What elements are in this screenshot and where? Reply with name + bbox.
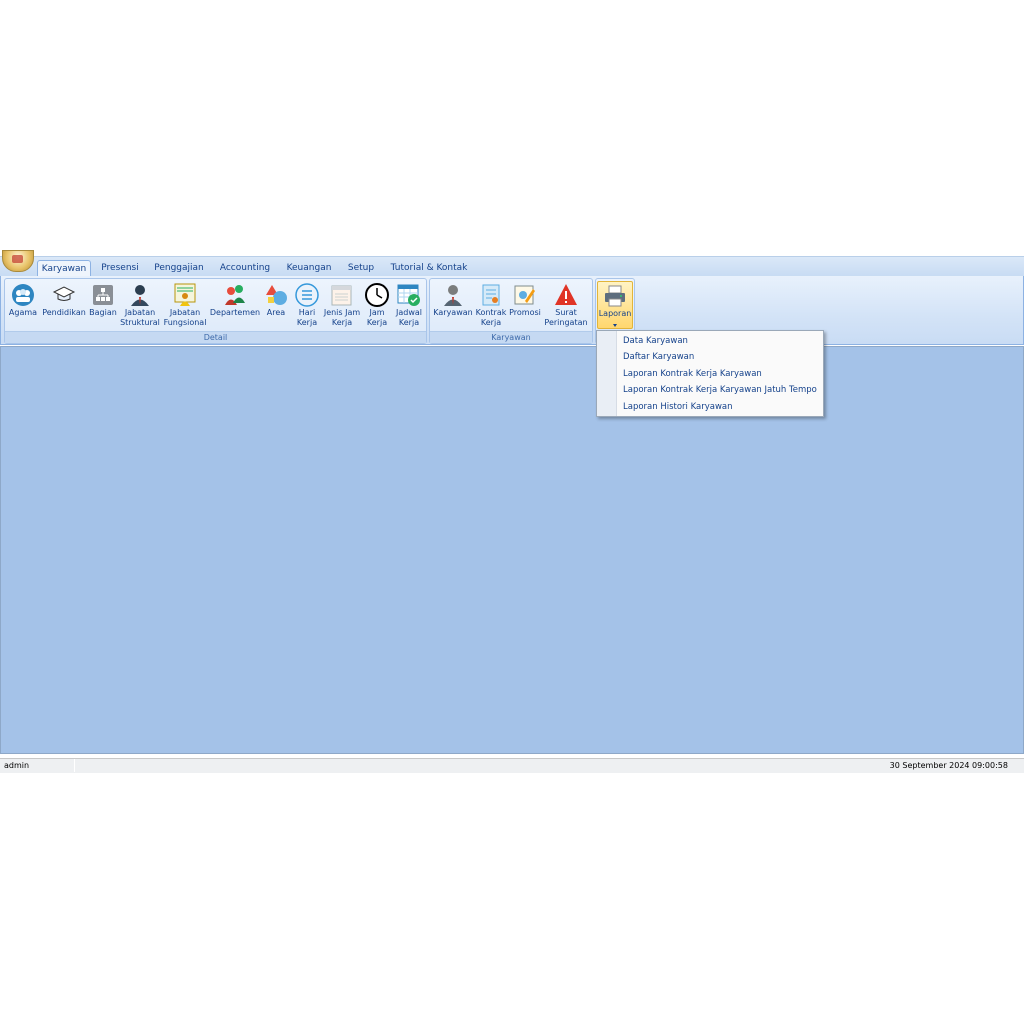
laporan-button[interactable]: Laporan [597,281,633,329]
jam-kerja-button[interactable]: Jam Kerja [364,281,390,331]
ribbon-tab-strip: Karyawan Presensi Penggajian Accounting … [0,256,1024,278]
jabatan-fungsional-button[interactable]: Jabatan Fungsional [164,281,206,331]
dropdown-arrow-icon [613,324,617,327]
surat-peringatan-button[interactable]: Surat Peringatan [544,281,588,331]
status-panel [74,759,895,772]
karyawan-button[interactable]: Karyawan [433,281,473,331]
departemen-button[interactable]: Departemen [210,281,260,331]
employee-icon [444,285,462,306]
surat-peringatan-label: Surat Peringatan [544,308,588,327]
departemen-label: Departemen [209,308,261,317]
jadwal-kerja-label: Jadwal Kerja [395,308,422,327]
printer-icon [605,285,625,307]
status-user: admin [2,759,75,772]
document-pencil-icon [514,285,535,305]
laporan-label: Laporan [598,309,632,318]
menu-item-laporan-kontrak-kerja[interactable]: Laporan Kontrak Kerja Karyawan [623,367,762,381]
jabatan-fungsional-label: Jabatan Fungsional [163,308,207,327]
shapes-icon [266,285,287,305]
jenis-jam-kerja-button[interactable]: Jenis Jam Kerja [324,281,360,331]
menu-item-laporan-kontrak-jatuh-tempo[interactable]: Laporan Kontrak Kerja Karyawan Jatuh Tem… [623,383,817,397]
application-window: Karyawan Presensi Penggajian Accounting … [0,250,1024,773]
group-people-icon [225,285,245,305]
tab-presensi[interactable]: Presensi [98,260,142,277]
tab-penggajian[interactable]: Penggajian [152,260,206,277]
tab-setup[interactable]: Setup [344,260,378,277]
graduation-cap-icon [52,286,76,301]
org-chart-icon [93,285,113,305]
tab-accounting[interactable]: Accounting [216,260,274,277]
warning-icon [555,284,577,305]
laporan-dropdown-menu: Data Karyawan Daftar Karyawan Laporan Ko… [596,330,824,417]
agama-button[interactable]: Agama [8,281,38,331]
schedule-check-icon [397,284,420,306]
bagian-button[interactable]: Bagian [89,281,117,331]
menu-item-laporan-histori[interactable]: Laporan Histori Karyawan [623,400,733,414]
area-button[interactable]: Area [263,281,289,331]
hari-kerja-button[interactable]: Hari Kerja [293,281,321,331]
status-datetime: 30 September 2024 09:00:58 [889,761,1008,770]
jabatan-struktural-label: Jabatan Struktural [120,308,160,327]
tab-keuangan[interactable]: Keuangan [282,260,336,277]
menu-item-data-karyawan[interactable]: Data Karyawan [623,334,688,348]
group-karyawan: Karyawan Kontrak Kerja Promosi Surat Per… [429,278,593,344]
tab-tutorial-kontak[interactable]: Tutorial & Kontak [389,260,469,277]
group-karyawan-caption: Karyawan [430,331,592,343]
business-person-icon [131,285,149,306]
ribbon-panel: Agama Pendidikan Bagian Jabatan Struktur… [0,276,1024,345]
jabatan-struktural-button[interactable]: Jabatan Struktural [120,281,160,331]
menu-item-daftar-karyawan[interactable]: Daftar Karyawan [623,350,694,364]
list-circle-icon [295,283,319,307]
people-circle-icon [12,284,34,306]
promosi-button[interactable]: Promosi [509,281,541,331]
jadwal-kerja-button[interactable]: Jadwal Kerja [395,281,423,331]
kontrak-kerja-button[interactable]: Kontrak Kerja [476,281,506,331]
group-detail-caption: Detail [5,331,426,343]
person-certificate-icon [174,283,196,306]
menu-gutter [597,331,617,416]
group-detail: Agama Pendidikan Bagian Jabatan Struktur… [4,278,427,344]
status-bar: admin 30 September 2024 09:00:58 [0,758,1024,773]
clock-icon [365,283,389,307]
pendidikan-button[interactable]: Pendidikan [42,281,86,331]
contract-document-icon [482,284,500,306]
mdi-workspace [0,346,1024,754]
calendar-pad-icon [331,285,352,306]
